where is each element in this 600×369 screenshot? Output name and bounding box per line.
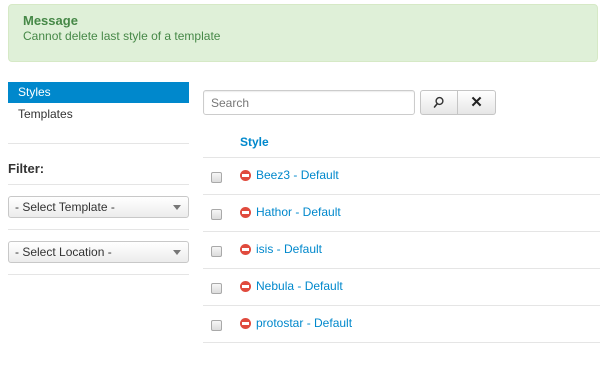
sidebar: Styles Templates Filter: - Select Templa… — [8, 82, 189, 275]
row-checkbox[interactable] — [211, 209, 222, 220]
row-checkbox[interactable] — [211, 246, 222, 257]
unpublished-icon[interactable] — [240, 207, 251, 218]
location-select[interactable]: - Select Location - — [8, 241, 189, 263]
style-link[interactable]: Beez3 - Default — [256, 158, 339, 192]
table-row: isis - Default — [203, 232, 600, 269]
row-checkbox[interactable] — [211, 283, 222, 294]
search-button[interactable] — [420, 90, 458, 115]
template-select[interactable]: - Select Template - — [8, 196, 189, 218]
filter-label: Filter: — [8, 161, 45, 176]
divider — [8, 274, 189, 275]
column-header-label: Style — [240, 135, 269, 149]
search-button-group: ✕ — [420, 90, 496, 115]
unpublished-icon[interactable] — [240, 244, 251, 255]
chevron-down-icon — [173, 205, 181, 210]
sidebar-item-styles[interactable]: Styles — [8, 82, 189, 103]
unpublished-icon[interactable] — [240, 170, 251, 181]
table-row: Nebula - Default — [203, 269, 600, 306]
style-link[interactable]: isis - Default — [256, 232, 322, 266]
unpublished-icon[interactable] — [240, 281, 251, 292]
divider — [8, 229, 189, 230]
sidebar-item-templates[interactable]: Templates — [8, 103, 189, 125]
message-text: Cannot delete last style of a template — [23, 29, 221, 43]
divider — [8, 143, 189, 144]
styles-table: Style Beez3 - Default Hathor - Default i… — [203, 128, 600, 343]
unpublished-icon[interactable] — [240, 318, 251, 329]
location-select-value: - Select Location - — [15, 245, 112, 259]
table-row: Hathor - Default — [203, 195, 600, 232]
style-link[interactable]: protostar - Default — [256, 306, 352, 340]
style-link[interactable]: Nebula - Default — [256, 269, 343, 303]
table-row: protostar - Default — [203, 306, 600, 343]
divider — [8, 184, 189, 185]
column-header-style[interactable]: Style — [203, 128, 600, 158]
table-row: Beez3 - Default — [203, 158, 600, 195]
close-icon: ✕ — [470, 94, 483, 111]
template-select-value: - Select Template - — [15, 200, 115, 214]
chevron-down-icon — [173, 250, 181, 255]
search-icon — [433, 96, 444, 108]
style-link[interactable]: Hathor - Default — [256, 195, 341, 229]
row-checkbox[interactable] — [211, 172, 222, 183]
row-checkbox[interactable] — [211, 320, 222, 331]
message-heading: Message — [23, 13, 78, 28]
search-input[interactable] — [203, 90, 415, 115]
clear-search-button[interactable]: ✕ — [458, 90, 496, 115]
message-alert: Message Cannot delete last style of a te… — [8, 4, 598, 62]
